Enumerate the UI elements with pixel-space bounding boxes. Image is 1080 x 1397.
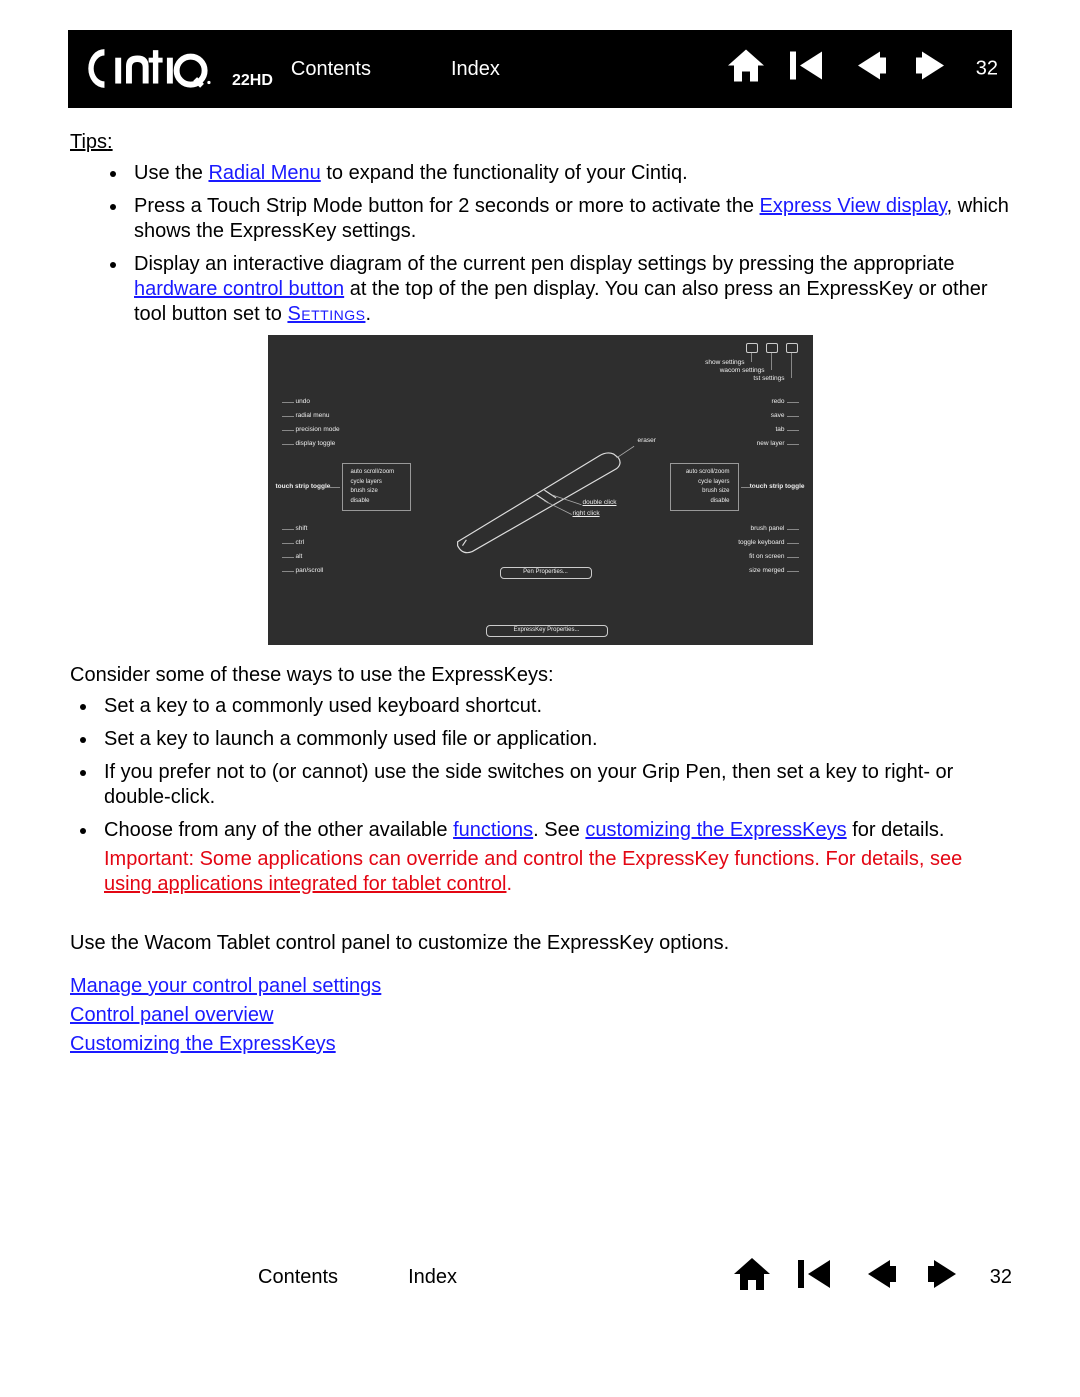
settings-link[interactable]: Settings — [287, 303, 365, 325]
consider-text: Consider some of these ways to use the E… — [70, 663, 1010, 688]
functions-link[interactable]: functions — [453, 819, 533, 841]
pen-label-double-click: double click — [583, 499, 617, 507]
list-item: Choose from any of the other available f… — [98, 818, 1010, 897]
first-page-icon[interactable] — [788, 48, 828, 91]
top-button-icon — [766, 343, 778, 353]
header-bar: 22HD Contents Index 32 — [68, 30, 1012, 108]
customizing-expresskeys-link[interactable]: customizing the ExpressKeys — [585, 819, 846, 841]
customizing-expresskeys-link-2[interactable]: Customizing the ExpressKeys — [70, 1033, 336, 1055]
list-item: Set a key to a commonly used keyboard sh… — [98, 694, 1010, 719]
list-item: If you prefer not to (or cannot) use the… — [98, 760, 1010, 810]
top-button-icon — [746, 343, 758, 353]
list-item: Display an interactive diagram of the cu… — [128, 252, 1010, 327]
diagram-label: show settings — [705, 359, 744, 367]
next-page-icon[interactable] — [912, 48, 952, 91]
pen-label-right-click: right click — [573, 510, 600, 518]
list-item: Use the Radial Menu to expand the functi… — [128, 161, 1010, 186]
tablet-control-apps-link[interactable]: using applications integrated for tablet… — [104, 873, 506, 895]
ways-list: Set a key to a commonly used keyboard sh… — [70, 694, 1010, 897]
expresskey-diagram: show settings wacom settings tst setting… — [268, 335, 813, 645]
footer-link-index[interactable]: Index — [408, 1265, 457, 1290]
next-page-icon[interactable] — [924, 1256, 964, 1299]
diagram-label: toggle keyboard — [738, 539, 784, 547]
prev-page-icon[interactable] — [860, 1256, 900, 1299]
list-item: Set a key to launch a commonly used file… — [98, 727, 1010, 752]
diagram-label: size merged — [749, 567, 784, 575]
control-panel-overview-link[interactable]: Control panel overview — [70, 1004, 273, 1026]
footer-link-contents[interactable]: Contents — [258, 1265, 338, 1290]
pen-label-eraser: eraser — [638, 437, 656, 445]
top-button-icon — [786, 343, 798, 353]
diagram-label: radial menu — [296, 412, 330, 420]
diagram-label: new layer — [757, 440, 785, 448]
diagram-label: save — [771, 412, 785, 420]
header-link-contents[interactable]: Contents — [291, 57, 371, 82]
pen-diagram: eraser double click right click — [443, 435, 638, 555]
tips-heading: Tips: — [70, 131, 113, 153]
diagram-label: fit on screen — [749, 553, 784, 561]
important-note: Important: Some applications can overrid… — [104, 847, 1010, 897]
bottom-links: Manage your control panel settings Contr… — [0, 974, 1080, 1057]
left-touch-strip-box: auto scroll/zoom cycle layers brush size… — [342, 463, 411, 511]
use-panel-text: Use the Wacom Tablet control panel to cu… — [70, 931, 1010, 956]
home-icon[interactable] — [726, 48, 766, 91]
diagram-label: alt — [296, 553, 303, 561]
footer-bar: Contents Index 32 — [68, 1252, 1012, 1302]
first-page-icon[interactable] — [796, 1256, 836, 1299]
pen-properties-button[interactable]: Pen Properties... — [500, 567, 592, 579]
diagram-label: wacom settings — [720, 367, 765, 375]
page-number-bottom: 32 — [990, 1265, 1012, 1290]
diagram-label: pan/scroll — [296, 567, 324, 575]
diagram-label: redo — [771, 398, 784, 406]
diagram-label: tab — [775, 426, 784, 434]
manage-control-panel-link[interactable]: Manage your control panel settings — [70, 975, 381, 997]
page-content: Tips: Use the Radial Menu to expand the … — [0, 108, 1080, 956]
brand-suffix: 22HD — [232, 71, 273, 91]
diagram-label: touch strip toggle — [750, 483, 805, 491]
expresskey-properties-button[interactable]: ExpressKey Properties... — [486, 625, 608, 637]
diagram-label: display toggle — [296, 440, 336, 448]
page-number-top: 32 — [976, 57, 998, 82]
prev-page-icon[interactable] — [850, 48, 890, 91]
right-touch-strip-box: auto scroll/zoom cycle layers brush size… — [670, 463, 739, 511]
tips-list: Use the Radial Menu to expand the functi… — [70, 161, 1010, 327]
diagram-label: touch strip toggle — [276, 483, 331, 491]
cintiq-logo — [84, 34, 224, 104]
diagram-label: tst settings — [753, 375, 784, 383]
radial-menu-link[interactable]: Radial Menu — [208, 162, 320, 184]
diagram-label: ctrl — [296, 539, 305, 547]
diagram-label: shift — [296, 525, 308, 533]
hardware-control-link[interactable]: hardware control button — [134, 278, 344, 300]
diagram-label: precision mode — [296, 426, 340, 434]
home-icon[interactable] — [732, 1256, 772, 1299]
diagram-label: undo — [296, 398, 310, 406]
express-view-link[interactable]: Express View display — [760, 195, 947, 217]
list-item: Press a Touch Strip Mode button for 2 se… — [128, 194, 1010, 244]
diagram-label: brush panel — [751, 525, 785, 533]
header-link-index[interactable]: Index — [451, 57, 500, 82]
